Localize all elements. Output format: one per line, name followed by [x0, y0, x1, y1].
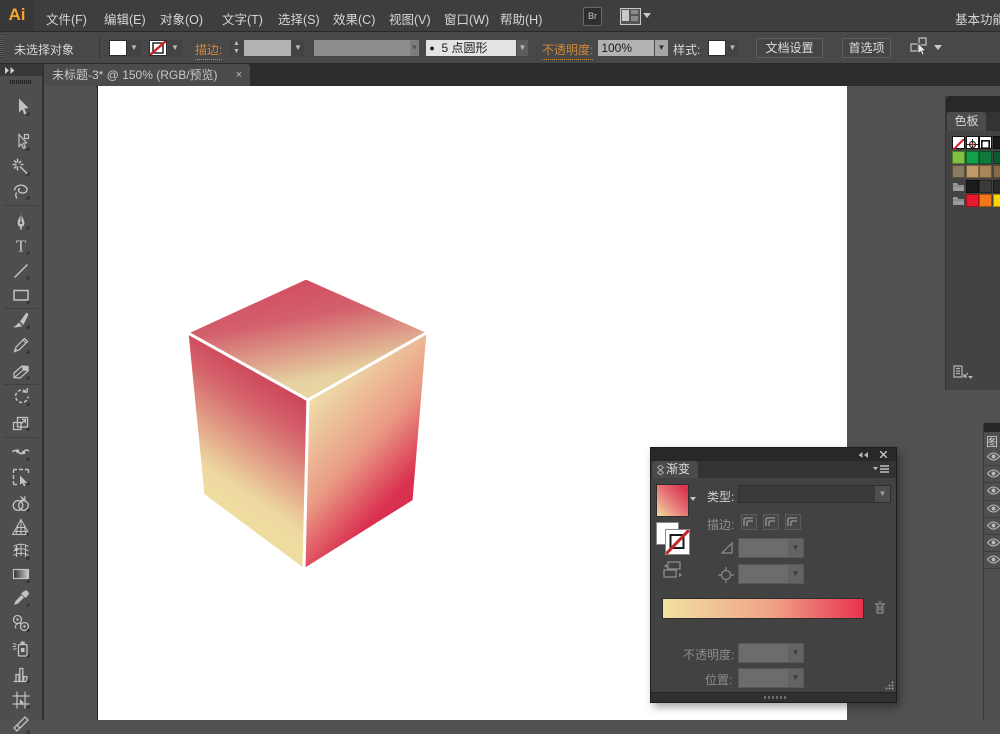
svg-text:T: T — [16, 237, 27, 255]
